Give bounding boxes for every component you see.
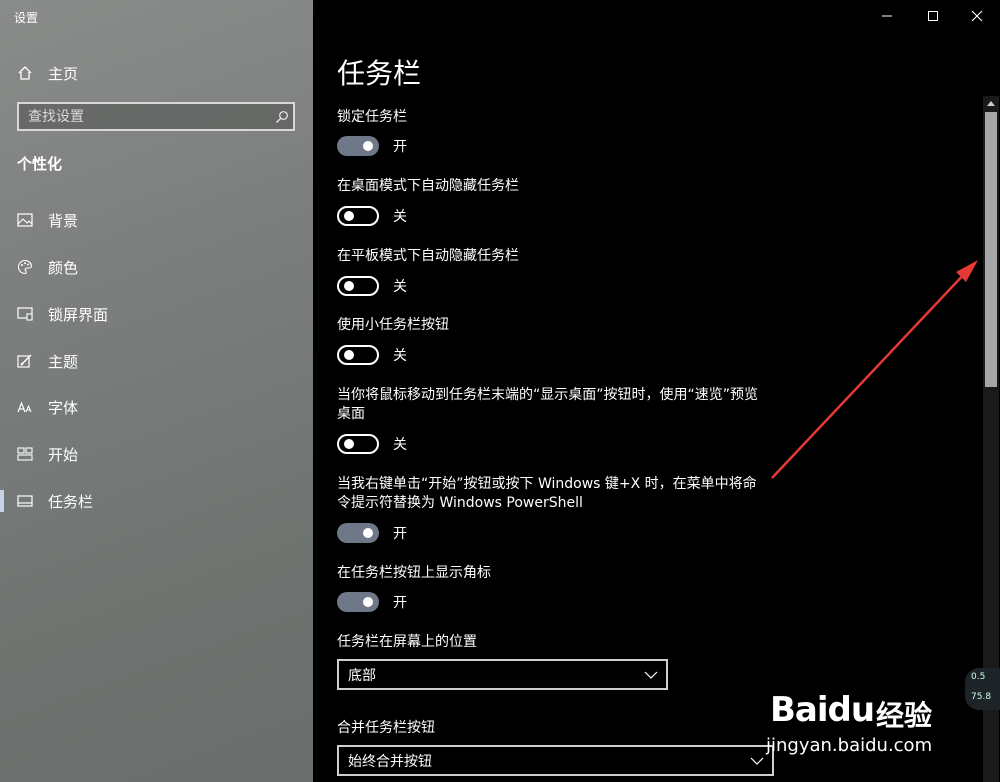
sidebar-item-colors[interactable]: 颜色 (16, 256, 78, 278)
maximize-button[interactable] (910, 0, 956, 32)
app-title: 设置 (14, 11, 39, 25)
page-title: 任务栏 (337, 57, 422, 90)
watermark-text: 经验 (876, 699, 933, 732)
sidebar-item-lock-screen[interactable]: 锁屏界面 (16, 303, 108, 325)
toggle-knob (363, 528, 373, 538)
combine-dropdown[interactable]: 始终合并按钮 (337, 745, 774, 776)
position-dropdown[interactable]: 底部 (337, 659, 668, 690)
dropdown-value: 底部 (348, 667, 376, 684)
sidebar-item-themes[interactable]: 主题 (16, 350, 78, 372)
autohide-desktop-toggle[interactable] (337, 206, 379, 226)
sidebar-item-background[interactable]: 背景 (16, 209, 78, 231)
sidebar: 设置 主页 个性化 背景 颜色 锁屏界面 主题 (0, 0, 313, 782)
close-icon (971, 7, 983, 26)
network-speed-widget: 0.5 75.8 (965, 668, 1000, 710)
scrollbar-thumb[interactable] (985, 112, 997, 387)
position-label: 任务栏在屏幕上的位置 (337, 634, 477, 650)
toggle-knob (344, 281, 354, 291)
toggle-state-label: 关 (393, 209, 407, 225)
search-box[interactable] (17, 102, 295, 131)
chevron-down-icon (750, 753, 764, 769)
toggle-state-label: 关 (393, 279, 407, 295)
toggle-knob (344, 211, 354, 221)
minimize-button[interactable] (864, 0, 910, 32)
start-grid-icon (16, 445, 34, 463)
autohide-tablet-row: 关 (337, 276, 407, 296)
scroll-up-icon[interactable] (983, 96, 999, 110)
sidebar-item-label: 背景 (48, 211, 79, 230)
toggle-state-label: 开 (393, 595, 407, 611)
settings-content: 任务栏 锁定任务栏 开 在桌面模式下自动隐藏任务栏 关 在平板模式下自动隐藏任务… (313, 0, 1000, 782)
close-button[interactable] (954, 0, 1000, 32)
upload-speed: 0.5 (971, 672, 986, 682)
sidebar-item-label: 字体 (48, 398, 79, 417)
toggle-knob (363, 597, 373, 607)
setting-label: 在任务栏按钮上显示角标 (337, 565, 491, 581)
watermark-url: jingyan.baidu.com (766, 735, 933, 756)
toggle-knob (344, 350, 354, 360)
baidu-watermark: Baidu 经验 jingyan.baidu.com (764, 672, 954, 762)
taskbar-icon (16, 492, 34, 510)
chevron-down-icon (644, 667, 658, 683)
minimize-icon (881, 7, 893, 26)
lock-screen-icon (16, 305, 34, 323)
setting-label: 锁定任务栏 (337, 109, 407, 125)
lock-taskbar-toggle[interactable] (337, 136, 379, 156)
combine-label: 合并任务栏按钮 (337, 720, 435, 736)
search-input[interactable] (19, 107, 271, 126)
home-label: 主页 (48, 64, 79, 83)
setting-label: 当我右键单击“开始”按钮或按下 Windows 键+X 时，在菜单中将命令提示符… (337, 476, 757, 511)
selection-indicator (0, 490, 4, 512)
setting-label: 在平板模式下自动隐藏任务栏 (337, 248, 519, 264)
autohide-desktop-row: 关 (337, 206, 407, 226)
home-link[interactable]: 主页 (16, 62, 78, 84)
section-title: 个性化 (17, 155, 63, 173)
toggle-state-label: 开 (393, 526, 407, 542)
powershell-toggle[interactable] (337, 523, 379, 543)
sidebar-item-label: 开始 (48, 445, 79, 464)
badges-toggle[interactable] (337, 592, 379, 612)
toggle-state-label: 关 (393, 437, 407, 453)
search-icon[interactable] (271, 110, 293, 124)
small-buttons-row: 关 (337, 345, 407, 365)
font-icon (16, 398, 34, 416)
setting-label: 当你将鼠标移动到任务栏末端的“显示桌面”按钮时，使用“速览”预览桌面 (337, 387, 759, 422)
badges-row: 开 (337, 592, 407, 612)
dropdown-value: 始终合并按钮 (348, 753, 432, 770)
toggle-state-label: 开 (393, 139, 407, 155)
picture-icon (16, 211, 34, 229)
peek-row: 关 (337, 434, 407, 454)
download-speed: 75.8 (971, 692, 992, 702)
sidebar-item-fonts[interactable]: 字体 (16, 396, 78, 418)
toggle-state-label: 关 (393, 348, 407, 364)
setting-label: 使用小任务栏按钮 (337, 317, 449, 333)
sidebar-item-label: 锁屏界面 (48, 305, 109, 324)
sidebar-item-taskbar[interactable]: 任务栏 (16, 490, 93, 512)
theme-brush-icon (16, 352, 34, 370)
autohide-tablet-toggle[interactable] (337, 276, 379, 296)
lock-taskbar-row: 开 (337, 136, 407, 156)
maximize-icon (927, 7, 939, 26)
sidebar-item-label: 任务栏 (48, 492, 94, 511)
home-icon (16, 64, 34, 82)
sidebar-item-label: 主题 (48, 352, 79, 371)
small-buttons-toggle[interactable] (337, 345, 379, 365)
palette-icon (16, 258, 34, 276)
sidebar-item-start[interactable]: 开始 (16, 443, 78, 465)
peek-toggle[interactable] (337, 434, 379, 454)
sidebar-item-label: 颜色 (48, 258, 79, 277)
toggle-knob (363, 141, 373, 151)
toggle-knob (344, 439, 354, 449)
setting-label: 在桌面模式下自动隐藏任务栏 (337, 178, 519, 194)
watermark-logo: Baidu (770, 690, 875, 730)
powershell-row: 开 (337, 523, 407, 543)
